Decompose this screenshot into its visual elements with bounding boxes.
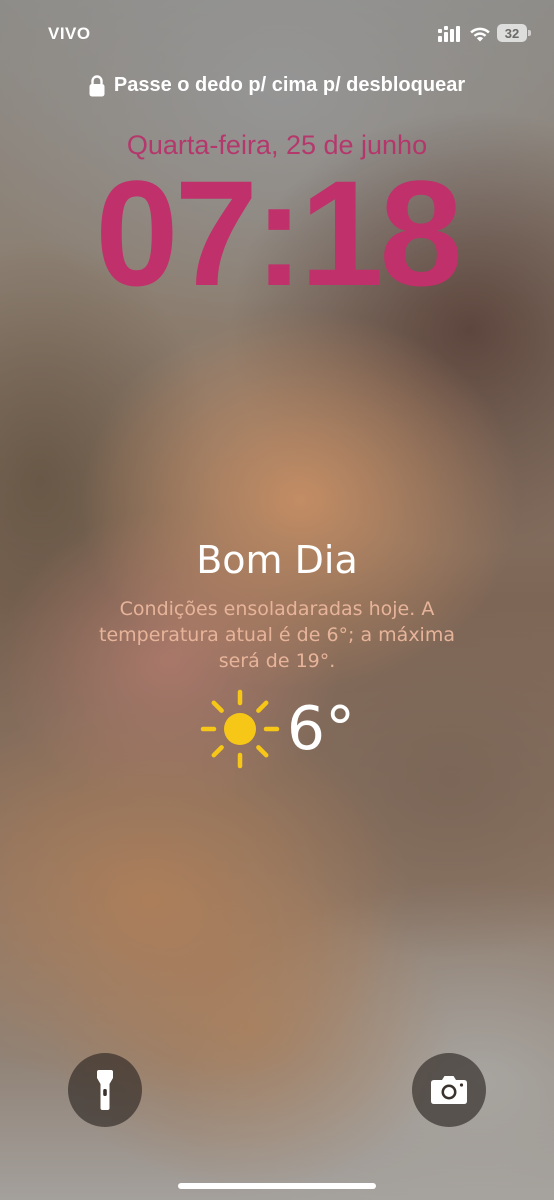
unlock-hint-text: Passe o dedo p/ cima p/ desbloquear [113,74,466,96]
sun-icon [200,689,280,769]
lock-icon [89,74,105,96]
current-temperature: 6° [286,694,356,764]
flashlight-button[interactable] [68,1053,142,1127]
flashlight-icon [97,1070,113,1110]
battery-level: 32 [497,24,527,42]
greeting: Bom Dia [196,538,358,582]
forecast-text: Condições ensoladaradas hoje. A temperat… [99,598,455,672]
clock-time[interactable]: 07:18 [0,158,554,308]
lock-screen[interactable]: VIVO 32 Passe o dedo p/ cima p/ desbloqu… [0,0,554,1200]
battery-indicator: 32 [497,24,533,42]
carrier-name: VIVO [48,24,91,43]
signal-bars-icon [438,26,460,42]
weather-widget[interactable]: Bom Dia Condições ensoladaradas hoje. A … [0,532,554,770]
home-indicator[interactable] [178,1183,376,1189]
unlock-hint: Passe o dedo p/ cima p/ desbloquear [0,74,554,97]
battery-tip [528,30,531,36]
camera-button[interactable] [412,1053,486,1127]
wifi-icon [470,27,490,42]
current-weather: 6° [0,688,554,770]
camera-icon [431,1076,467,1104]
status-bar: VIVO 32 [0,0,554,68]
